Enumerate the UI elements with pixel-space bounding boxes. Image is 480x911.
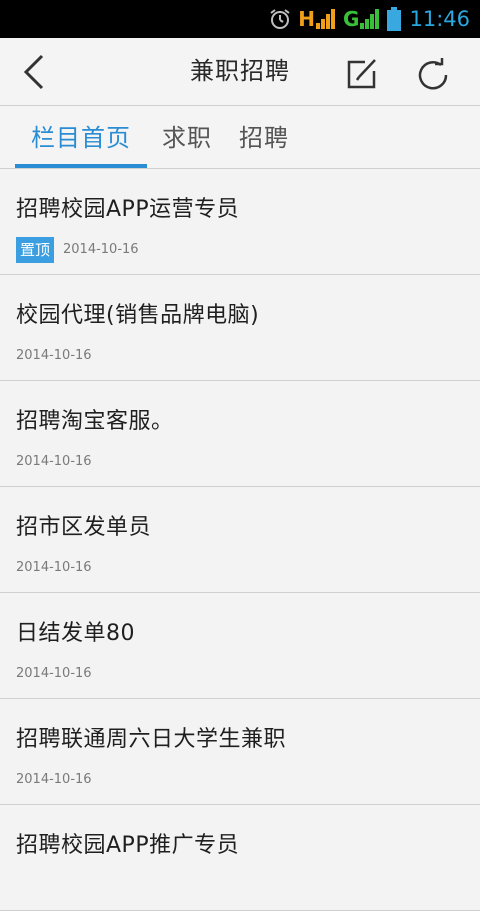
item-date: 2014-10-16 <box>16 772 92 787</box>
list-item[interactable]: 招聘校园APP运营专员 置顶 2014-10-16 <box>0 169 480 275</box>
network-type-label-2: G <box>343 7 360 31</box>
item-date: 2014-10-16 <box>16 666 92 681</box>
item-meta: 2014-10-16 <box>16 343 92 369</box>
chevron-left-icon <box>23 54 44 90</box>
edit-icon <box>347 59 376 89</box>
item-meta: 置顶 2014-10-16 <box>16 237 139 263</box>
item-title: 招聘联通周六日大学生兼职 <box>16 727 287 752</box>
item-title: 招市区发单员 <box>16 515 152 540</box>
list-item[interactable]: 招市区发单员 2014-10-16 <box>0 487 480 593</box>
pinned-badge: 置顶 <box>16 237 55 263</box>
item-meta: 2014-10-16 <box>16 449 92 475</box>
refresh-button[interactable] <box>412 52 456 96</box>
tab-job-seeking[interactable]: 求职 <box>152 106 222 168</box>
list-item[interactable]: 招聘联通周六日大学生兼职 2014-10-16 <box>0 699 480 805</box>
item-meta: 2014-10-16 <box>16 555 92 581</box>
item-date: 2014-10-16 <box>63 242 139 257</box>
network-h-indicator: H <box>298 8 337 30</box>
item-meta: 2014-10-16 <box>16 661 92 687</box>
battery-icon <box>387 7 402 31</box>
active-tab-indicator <box>15 164 147 168</box>
app-header: 兼职招聘 <box>0 38 480 106</box>
refresh-icon <box>418 58 448 90</box>
status-clock: 11:46 <box>409 7 470 31</box>
item-date: 2014-10-16 <box>16 348 92 363</box>
status-bar: H G 11:46 <box>0 0 480 38</box>
list-item[interactable]: 日结发单80 2014-10-16 <box>0 593 480 699</box>
tab-home[interactable]: 栏目首页 <box>15 106 147 168</box>
item-date: 2014-10-16 <box>16 560 92 575</box>
job-list: 招聘校园APP运营专员 置顶 2014-10-16 校园代理(销售品牌电脑) 2… <box>0 169 480 911</box>
list-item[interactable]: 校园代理(销售品牌电脑) 2014-10-16 <box>0 275 480 381</box>
network-type-label-1: H <box>298 7 316 31</box>
item-title: 招聘淘宝客服。 <box>16 409 174 434</box>
item-title: 招聘校园APP运营专员 <box>16 197 240 222</box>
item-title: 日结发单80 <box>16 621 135 646</box>
item-date: 2014-10-16 <box>16 454 92 469</box>
item-meta: 2014-10-16 <box>16 767 92 793</box>
tab-recruiting[interactable]: 招聘 <box>229 106 299 168</box>
signal-icon <box>316 9 336 29</box>
list-item[interactable]: 招聘校园APP推广专员 <box>0 805 480 911</box>
network-g-indicator: G <box>343 8 381 30</box>
alarm-icon <box>268 7 292 31</box>
tab-bar: 栏目首页 求职 招聘 <box>0 106 480 169</box>
signal-icon <box>360 9 380 29</box>
page-title: 兼职招聘 <box>190 57 290 85</box>
item-title: 校园代理(销售品牌电脑) <box>16 303 260 328</box>
list-item[interactable]: 招聘淘宝客服。 2014-10-16 <box>0 381 480 487</box>
item-title: 招聘校园APP推广专员 <box>16 833 240 858</box>
back-button[interactable] <box>12 50 56 94</box>
edit-button[interactable] <box>340 52 384 96</box>
